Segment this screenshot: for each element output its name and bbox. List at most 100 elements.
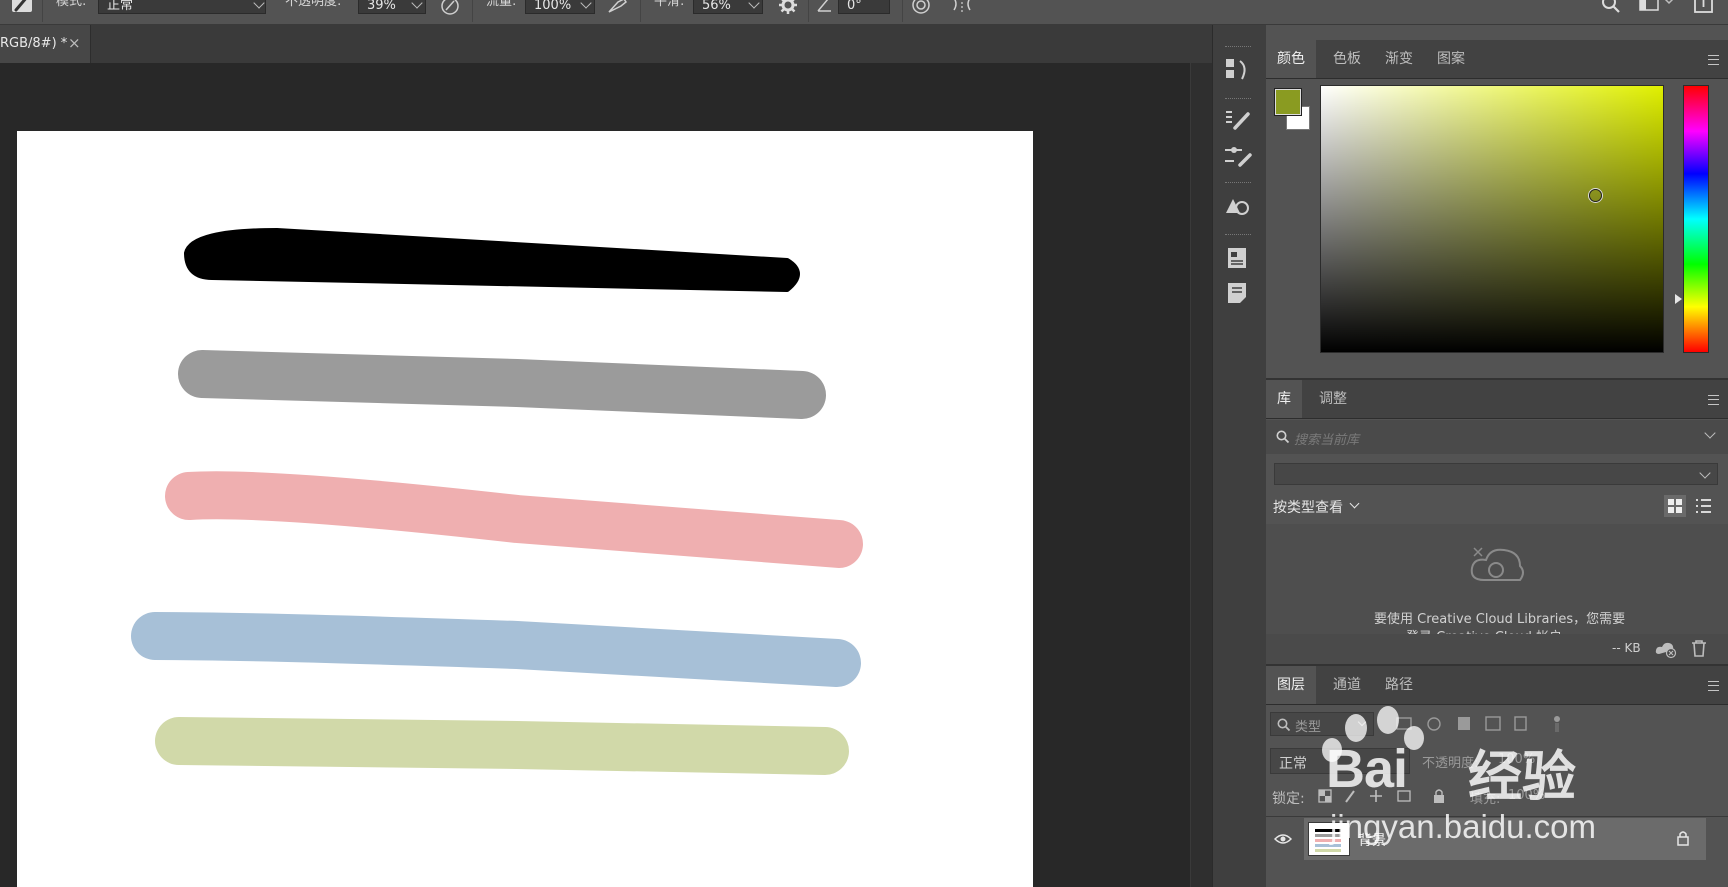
shapes-icon[interactable] — [1220, 191, 1256, 221]
panel-menu-icon[interactable] — [1708, 55, 1719, 65]
symmetry-icon[interactable] — [950, 0, 974, 16]
strokes-layer — [131, 228, 863, 775]
share-icon[interactable] — [1692, 0, 1716, 16]
gear-icon[interactable] — [777, 0, 799, 16]
search-icon — [1277, 718, 1291, 732]
flow-input[interactable]: 100% — [525, 0, 595, 14]
library-search-input[interactable]: 搜索当前库 — [1294, 429, 1359, 448]
vertical-scrollbar[interactable] — [1190, 63, 1213, 887]
creative-cloud-disconnected-icon — [1470, 547, 1524, 581]
separator — [640, 0, 641, 22]
watermark-brand-suffix: 经验 — [1468, 745, 1576, 808]
angle-value: 0° — [847, 0, 862, 13]
angle-icon — [817, 0, 831, 12]
smoothing-label: 平滑: — [654, 0, 685, 9]
tab-gradients[interactable]: 渐变 — [1374, 40, 1424, 78]
opacity-label: 不透明度: — [285, 0, 342, 9]
green-stroke — [155, 717, 849, 775]
hue-slider[interactable] — [1683, 85, 1709, 353]
separator — [808, 0, 809, 22]
tab-layers[interactable]: 图层 — [1266, 666, 1316, 704]
panel-menu-icon[interactable] — [1708, 681, 1719, 691]
tab-color[interactable]: 颜色 — [1266, 40, 1316, 78]
pressure-opacity-icon[interactable] — [440, 0, 462, 16]
separator — [42, 0, 43, 22]
properties-icon[interactable] — [1220, 243, 1256, 273]
tab-adjustments[interactable]: 调整 — [1308, 380, 1358, 418]
chevron-down-icon — [580, 0, 592, 9]
chevron-down-icon — [411, 0, 423, 9]
mode-label: 模式: — [56, 0, 87, 9]
eye-icon[interactable] — [1274, 832, 1292, 846]
foreground-color-swatch[interactable] — [1274, 88, 1302, 116]
mode-value: 正常 — [107, 0, 134, 13]
options-bar: 模式: 正常 不透明度: 39% 流量: 100% 平滑: 56% 0° — [0, 0, 1728, 25]
document-canvas[interactable] — [17, 131, 1033, 887]
list-view-icon[interactable] — [1692, 495, 1714, 517]
opacity-input[interactable]: 39% — [358, 0, 426, 14]
library-search-bar[interactable]: 搜索当前库 — [1266, 420, 1728, 454]
notes-icon[interactable] — [1220, 278, 1256, 308]
brush-tool-icon[interactable] — [10, 0, 34, 16]
grip — [1225, 98, 1251, 102]
document-tab-strip — [0, 25, 1212, 63]
smoothing-value: 56% — [702, 0, 731, 13]
airbrush-icon[interactable] — [606, 0, 630, 16]
search-icon — [1276, 430, 1290, 444]
tab-channels[interactable]: 通道 — [1322, 666, 1372, 704]
trash-icon[interactable] — [1690, 639, 1708, 659]
black-stroke — [184, 228, 800, 292]
history-icon[interactable] — [1220, 55, 1256, 85]
pressure-size-icon[interactable] — [910, 0, 932, 16]
flow-value: 100% — [534, 0, 572, 13]
search-icon[interactable] — [1600, 0, 1622, 16]
brush-presets-icon[interactable] — [1220, 141, 1256, 171]
tab-libraries[interactable]: 库 — [1266, 380, 1302, 418]
hue-slider-handle[interactable] — [1675, 294, 1683, 304]
chevron-down-icon — [253, 0, 265, 9]
pink-stroke — [165, 471, 863, 568]
smoothing-input[interactable]: 56% — [693, 0, 763, 14]
opacity-value: 39% — [367, 0, 396, 13]
grip — [1225, 182, 1251, 186]
library-size-label: -- KB — [1612, 641, 1641, 655]
tab-paths[interactable]: 路径 — [1374, 666, 1424, 704]
grip — [1225, 234, 1251, 238]
tab-patterns[interactable]: 图案 — [1426, 40, 1476, 78]
grid-view-button[interactable] — [1664, 495, 1686, 517]
chevron-down-icon[interactable] — [1704, 427, 1716, 439]
document-tab-title: RGB/8#) * — [0, 36, 68, 51]
blend-mode-value: 正常 — [1279, 756, 1307, 772]
panel-menu-icon[interactable] — [1708, 395, 1719, 405]
color-picker-ring[interactable] — [1589, 189, 1602, 202]
separator — [472, 0, 473, 22]
library-panel-header: 库 调整 — [1266, 380, 1728, 419]
library-content: 要使用 Creative Cloud Libraries，您需要 登录 Crea… — [1266, 524, 1728, 639]
brush-settings-icon[interactable] — [1220, 106, 1256, 136]
watermark-brand: Bai — [1326, 739, 1408, 799]
separator — [902, 0, 903, 22]
workspace-icon[interactable] — [1638, 0, 1678, 16]
close-icon[interactable]: × — [68, 34, 81, 52]
cc-message-line1: 要使用 Creative Cloud Libraries，您需要 — [1374, 612, 1626, 627]
library-select[interactable] — [1274, 463, 1718, 485]
color-field[interactable] — [1320, 85, 1664, 353]
gray-stroke — [178, 350, 826, 419]
chevron-down-icon — [748, 0, 760, 9]
flow-label: 流量: — [486, 0, 517, 9]
view-by-type-dropdown[interactable]: 按类型查看 — [1273, 497, 1343, 517]
chevron-down-icon — [1699, 467, 1711, 479]
watermark-url: jingyan.baidu.com — [1330, 808, 1596, 845]
lock-icon[interactable] — [1676, 830, 1690, 846]
color-panel-header: 颜色 色板 渐变 图案 — [1266, 40, 1728, 79]
mode-select[interactable]: 正常 — [98, 0, 266, 14]
grid-view-icon — [1668, 499, 1682, 513]
grip — [1225, 46, 1251, 50]
lock-label: 锁定: — [1272, 791, 1305, 807]
angle-input[interactable]: 0° — [838, 0, 890, 14]
color-field-black — [1321, 86, 1663, 352]
cloud-sync-icon[interactable] — [1654, 639, 1678, 659]
library-footer: -- KB — [1266, 634, 1728, 664]
document-tab[interactable]: RGB/8#) * × — [0, 25, 91, 63]
tab-swatches[interactable]: 色板 — [1322, 40, 1372, 78]
